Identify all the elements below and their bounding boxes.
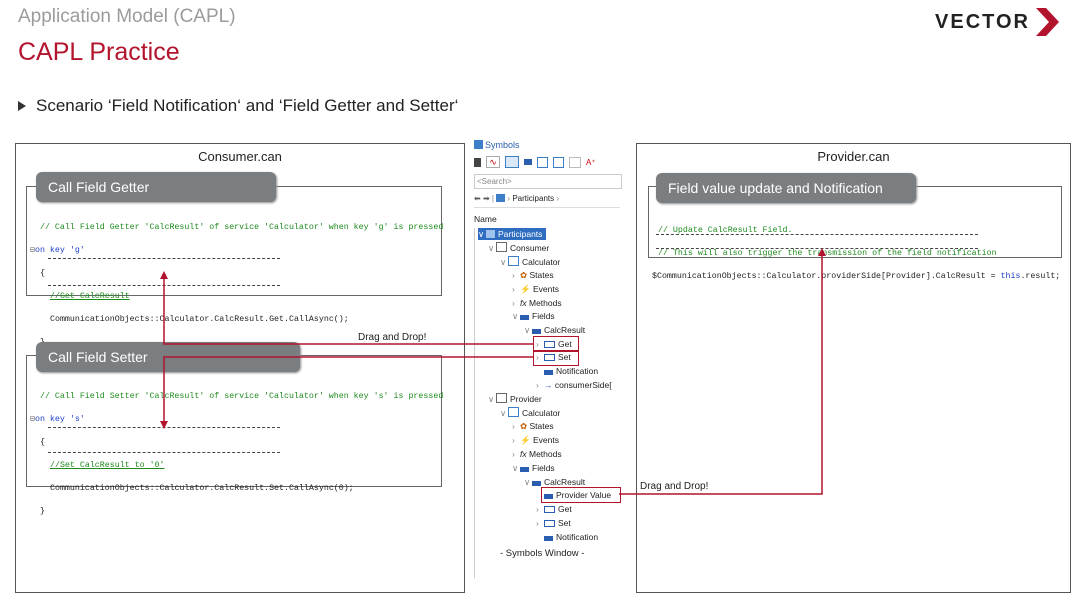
set-connector [160,356,533,429]
get-connector [160,271,533,345]
drag-drop-connectors [160,248,826,495]
provider-value-connector [619,248,826,495]
